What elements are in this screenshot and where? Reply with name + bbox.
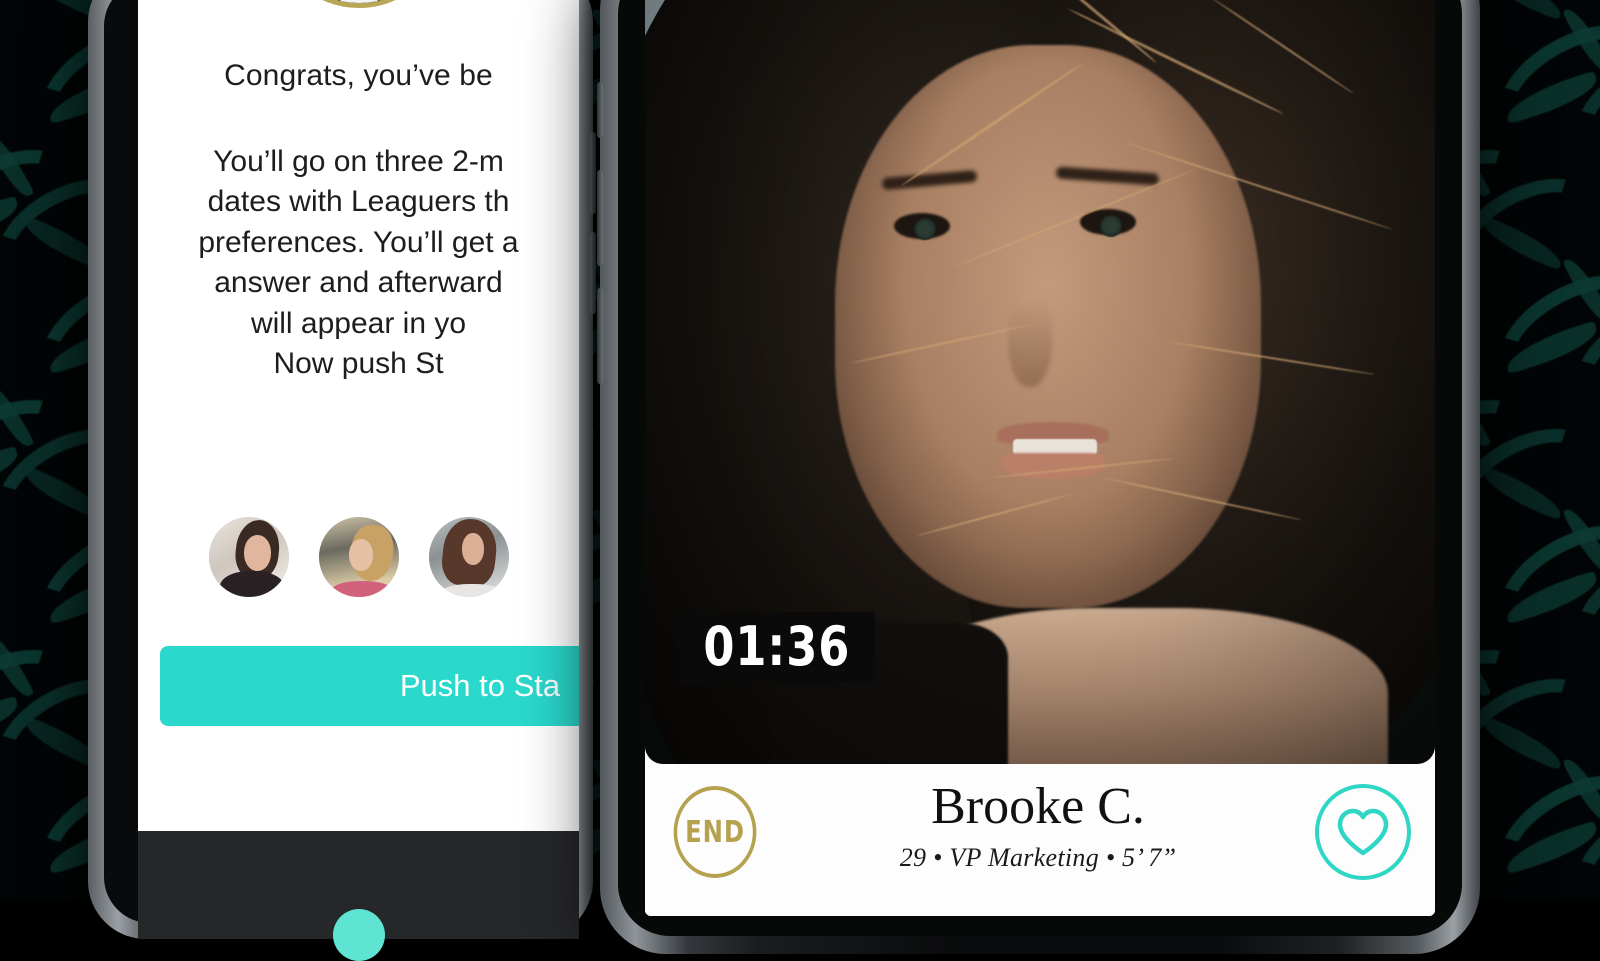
heart-icon: [1337, 808, 1389, 856]
match-avatar-2[interactable]: [318, 517, 399, 597]
phone-device-right: 01:36 END Brooke C. 29 • VP Marketing • …: [597, 0, 1480, 954]
body-line-4: answer and afterward: [214, 266, 503, 300]
profile-meta: 29 • VP Marketing • 5’ 7”: [899, 842, 1177, 872]
phone-right-mute-switch[interactable]: [597, 82, 603, 138]
avatar-torso: [219, 571, 284, 597]
avatar-torso: [439, 584, 504, 597]
phone-right-volume-down-button[interactable]: [597, 288, 603, 384]
match-avatar-3[interactable]: [428, 517, 509, 597]
phone-left-volume-up-button[interactable]: [590, 132, 596, 214]
body-line-5: will appear in yo: [250, 306, 467, 340]
phone-left-chin: [138, 831, 579, 961]
body-line-2: dates with Leaguers th: [207, 185, 510, 219]
call-timer-value: 01:36: [703, 615, 851, 678]
profile-action-bar: END Brooke C. 29 • VP Marketing • 5’ 7”: [645, 764, 1435, 916]
teal-dot-icon[interactable]: [332, 909, 385, 961]
avatar-skin: [348, 539, 373, 572]
phone-left-screen: Congrats, you’ve be You’ll go on three 2…: [138, 0, 579, 831]
onboarding-body: You’ll go on three 2-m dates with League…: [138, 142, 579, 385]
match-avatar-1[interactable]: [208, 517, 289, 597]
congrats-heading: Congrats, you’ve be: [224, 59, 493, 92]
concierge-avatar: [270, 0, 447, 8]
profile-identity: Brooke C. 29 • VP Marketing • 5’ 7”: [761, 778, 1315, 873]
like-button[interactable]: [1315, 784, 1411, 880]
avatar-skin: [243, 534, 271, 572]
phone-right-screen: 01:36 END Brooke C. 29 • VP Marketing • …: [645, 0, 1435, 916]
congrats-block: Congrats, you’ve be You’ll go on three 2…: [138, 56, 579, 385]
match-avatar-row: [138, 517, 579, 597]
profile-name: Brooke C.: [931, 778, 1145, 835]
end-call-label: END: [685, 814, 745, 850]
phone-device-left: Congrats, you’ve be You’ll go on three 2…: [88, 0, 596, 961]
phone-right-volume-up-button[interactable]: [597, 170, 603, 266]
avatar-torso: [329, 581, 394, 597]
profile-photo-card[interactable]: 01:36: [645, 0, 1435, 764]
onboarding-screen: Congrats, you’ve be You’ll go on three 2…: [138, 0, 579, 831]
end-call-button[interactable]: END: [673, 786, 757, 878]
body-line-1: You’ll go on three 2-m: [213, 144, 504, 178]
push-to-start-button[interactable]: Push to Sta: [160, 646, 579, 726]
push-to-start-label: Push to Sta: [399, 668, 561, 703]
phone-left-volume-down-button[interactable]: [590, 232, 596, 314]
body-line-6: Now push St: [273, 347, 444, 381]
body-line-3: preferences. You’ll get a: [198, 225, 519, 259]
call-timer: 01:36: [679, 612, 875, 682]
